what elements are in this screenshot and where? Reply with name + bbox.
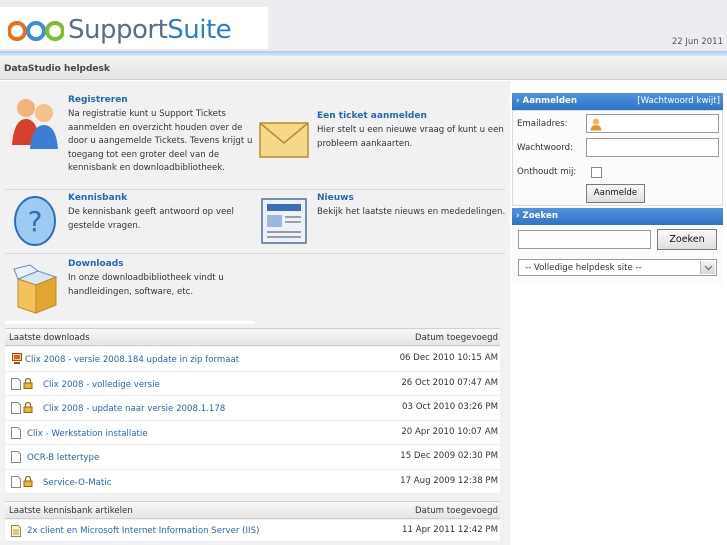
downloads-header: Laatste downloads Datum toegevoegd bbox=[5, 328, 500, 346]
email-label: Emailadres: bbox=[517, 119, 568, 129]
main-content: Registreren Na registratie kunt u Suppor… bbox=[0, 81, 510, 545]
login-panel: Emailadres: Wachtwoord: Onthoudt mij: Aa… bbox=[512, 110, 723, 206]
tile-registreren[interactable]: Registreren Na registratie kunt u Suppor… bbox=[8, 95, 256, 185]
downloads-header-date: Datum toegevoegd bbox=[414, 333, 498, 343]
file-icon bbox=[11, 451, 21, 463]
tile-title[interactable]: Kennisbank bbox=[68, 193, 127, 203]
download-row[interactable]: Clix 2008 - volledige versie 26 Oct 2010… bbox=[5, 371, 500, 396]
question-icon: ? bbox=[14, 196, 56, 246]
email-field[interactable] bbox=[586, 114, 719, 133]
password-field[interactable] bbox=[586, 138, 719, 157]
kb-header: Laatste kennisbank artikelen Datum toege… bbox=[5, 501, 500, 519]
divider bbox=[5, 189, 255, 190]
site-title: DataStudio helpdesk bbox=[4, 64, 110, 74]
tile-kennisbank[interactable]: ? Kennisbank De kennisbank geeft antwoor… bbox=[8, 193, 256, 253]
divider bbox=[255, 253, 505, 254]
tile-downloads[interactable]: Downloads In onze downloadbibliotheek vi… bbox=[8, 259, 256, 319]
svg-text:?: ? bbox=[28, 205, 43, 238]
tile-description: Bekijk het laatste nieuws en mededelinge… bbox=[317, 207, 506, 217]
tile-title[interactable]: Een ticket aanmelden bbox=[317, 111, 427, 121]
download-link[interactable]: Clix 2008 - update naar versie 2008.1.17… bbox=[43, 404, 225, 414]
kb-header-title: Laatste kennisbank artikelen bbox=[9, 506, 133, 516]
downloads-header-title: Laatste downloads bbox=[9, 333, 90, 343]
tile-description: Na registratie kunt u Support Tickets aa… bbox=[68, 109, 253, 173]
search-panel: Zoeken -- Volledige helpdesk site -- bbox=[512, 225, 723, 284]
lock-icon bbox=[23, 402, 33, 413]
download-row[interactable]: Service-O-Matic 17 Aug 2009 12:38 PM bbox=[5, 469, 500, 494]
tile-description: De kennisbank geeft antwoord op veel ges… bbox=[68, 207, 234, 231]
box-icon bbox=[13, 264, 58, 314]
user-icon bbox=[590, 118, 602, 131]
download-date: 26 Oct 2010 07:47 AM bbox=[401, 377, 498, 388]
download-date: 17 Aug 2009 12:38 PM bbox=[400, 475, 498, 486]
tile-description: In onze downloadbibliotheek vindt u hand… bbox=[68, 273, 224, 297]
tile-title[interactable]: Downloads bbox=[68, 259, 124, 269]
search-input[interactable] bbox=[518, 230, 651, 249]
login-title: › Aanmelden bbox=[516, 96, 577, 106]
tile-title[interactable]: Nieuws bbox=[317, 193, 354, 203]
search-scope-select[interactable]: -- Volledige helpdesk site -- bbox=[518, 259, 717, 276]
logo[interactable]: SupportSuite bbox=[0, 7, 268, 49]
kb-row[interactable]: 2x client en Microsoft Internet Informat… bbox=[5, 520, 500, 542]
computer-icon bbox=[12, 353, 22, 364]
search-bar: › Zoeken bbox=[512, 208, 723, 225]
file-icon bbox=[11, 426, 21, 439]
users-icon bbox=[12, 99, 58, 149]
envelope-icon bbox=[259, 122, 309, 158]
remember-label: Onthoudt mij: bbox=[517, 167, 577, 177]
chevron-down-icon bbox=[700, 261, 715, 274]
file-icon bbox=[11, 402, 21, 414]
download-row[interactable]: Clix - Werkstation installatie 20 Apr 20… bbox=[5, 420, 500, 445]
kb-date: 11 Apr 2011 12:42 PM bbox=[402, 525, 498, 535]
download-date: 03 Oct 2010 03:26 PM bbox=[402, 402, 498, 412]
header: SupportSuite 22 Jun 2011 bbox=[0, 0, 727, 51]
article-icon bbox=[11, 525, 21, 537]
download-link[interactable]: Clix - Werkstation installatie bbox=[27, 429, 148, 439]
file-icon bbox=[11, 475, 21, 488]
kb-link[interactable]: 2x client en Microsoft Internet Informat… bbox=[27, 526, 259, 536]
download-row[interactable]: Clix 2008 - versie 2008.184 update in zi… bbox=[5, 347, 500, 372]
search-title: › Zoeken bbox=[516, 211, 558, 221]
kb-header-date: Datum toegevoegd bbox=[414, 506, 498, 516]
current-date: 22 Jun 2011 bbox=[671, 37, 723, 47]
divider bbox=[255, 189, 505, 190]
divider bbox=[5, 253, 255, 254]
forgot-password-link[interactable]: [Wachtwoord kwijt] bbox=[637, 96, 720, 106]
download-date: 06 Dec 2010 10:15 AM bbox=[399, 353, 498, 363]
remember-checkbox[interactable] bbox=[591, 167, 602, 178]
logo-icon bbox=[8, 21, 64, 41]
password-label: Wachtwoord: bbox=[517, 143, 574, 153]
lock-icon bbox=[23, 475, 33, 487]
search-button[interactable]: Zoeken bbox=[657, 229, 717, 250]
download-date: 15 Dec 2009 02:30 PM bbox=[400, 451, 498, 461]
logo-text: SupportSuite bbox=[68, 15, 232, 45]
download-date: 20 Apr 2010 10:07 AM bbox=[401, 426, 498, 437]
search-scope-value: -- Volledige helpdesk site -- bbox=[525, 263, 642, 273]
download-row[interactable]: Clix 2008 - update naar versie 2008.1.17… bbox=[5, 396, 500, 421]
login-button[interactable]: Aanmelde bbox=[586, 184, 645, 203]
news-icon bbox=[261, 198, 307, 244]
file-icon bbox=[11, 377, 21, 390]
tile-nieuws[interactable]: Nieuws Bekijk het laatste nieuws en mede… bbox=[257, 193, 505, 253]
download-link[interactable]: Service-O-Matic bbox=[43, 478, 111, 488]
breadcrumb-bar: DataStudio helpdesk bbox=[0, 56, 727, 80]
download-link[interactable]: Clix 2008 - versie 2008.184 update in zi… bbox=[25, 355, 239, 365]
download-link[interactable]: Clix 2008 - volledige versie bbox=[43, 380, 160, 390]
tile-ticket[interactable]: Een ticket aanmelden Hier stelt u een ni… bbox=[257, 111, 505, 171]
lock-icon bbox=[23, 377, 33, 389]
tile-title[interactable]: Registreren bbox=[68, 95, 128, 105]
tile-description: Hier stelt u een nieuwe vraag of kunt u … bbox=[317, 125, 504, 149]
download-row[interactable]: OCR-B lettertype 15 Dec 2009 02:30 PM bbox=[5, 445, 500, 470]
divider bbox=[5, 321, 255, 324]
download-link[interactable]: OCR-B lettertype bbox=[27, 453, 99, 463]
login-bar: › Aanmelden [Wachtwoord kwijt] bbox=[512, 93, 723, 110]
